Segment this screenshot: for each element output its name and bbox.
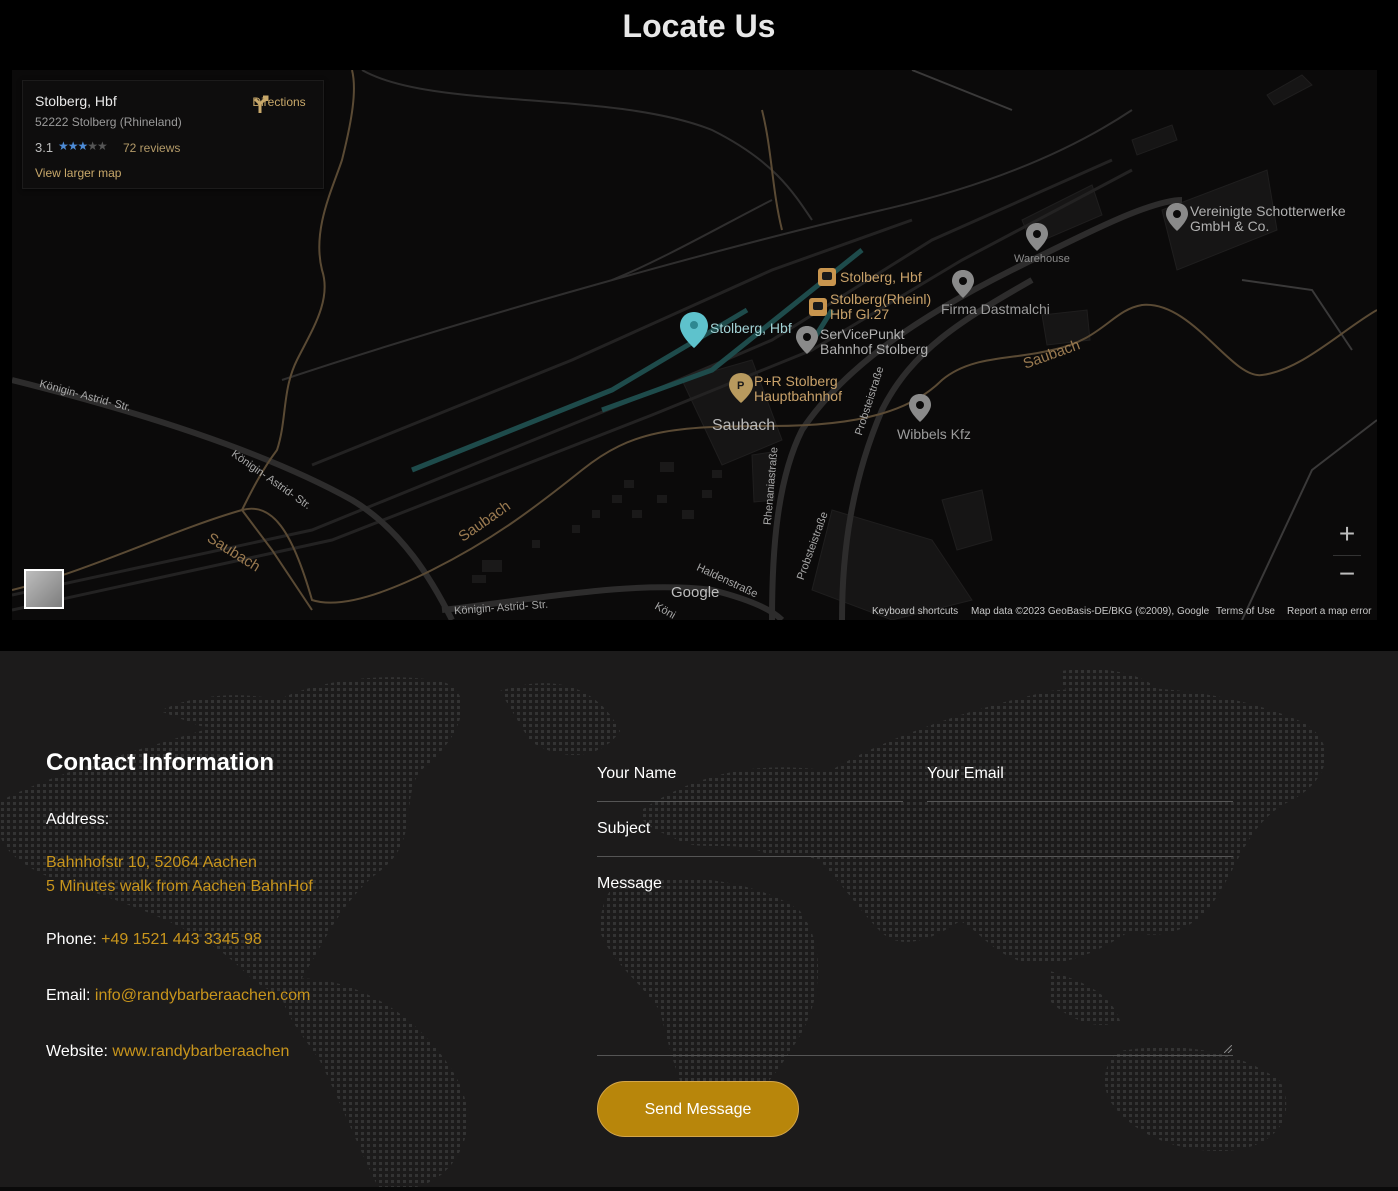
main-location-pin: [680, 312, 708, 348]
email-label: Email:: [46, 987, 95, 1004]
name-field[interactable]: Your Name: [597, 765, 676, 783]
map-label-firma: Firma Dastmalchi: [941, 301, 1050, 317]
place-name: Stolberg, Hbf: [35, 93, 117, 109]
subject-field-underline: [597, 856, 1233, 857]
zoom-controls: + −: [1327, 515, 1367, 595]
contact-title: Contact Information: [46, 749, 274, 776]
address-value: Bahnhofstr 10, 52064 Aachen 5 Minutes wa…: [46, 851, 313, 899]
phone-label: Phone:: [46, 931, 102, 948]
map-label-wibbels: Wibbels Kfz: [897, 426, 971, 442]
send-message-button[interactable]: Send Message: [597, 1081, 799, 1137]
address-line-2: 5 Minutes walk from Aachen BahnHof: [46, 878, 313, 895]
keyboard-shortcuts-link[interactable]: Keyboard shortcuts: [872, 606, 958, 617]
email-field[interactable]: Your Email: [927, 765, 1004, 783]
google-logo: Google: [671, 584, 720, 601]
embedded-map[interactable]: P Stolberg, Hbf 52222 Stolberg (Rhinelan…: [12, 70, 1377, 620]
report-error-link[interactable]: Report a map error: [1287, 606, 1371, 617]
map-type-thumbnail[interactable]: [24, 569, 64, 609]
map-label-warehouse: Warehouse: [1014, 253, 1070, 265]
zoom-in-button[interactable]: +: [1327, 515, 1367, 555]
place-rating: 3.1: [35, 140, 54, 155]
view-larger-map-link[interactable]: View larger map: [35, 166, 121, 180]
place-address: 52222 Stolberg (Rhineland): [35, 115, 182, 129]
message-field-underline: [597, 1055, 1233, 1056]
map-label-main: Stolberg, Hbf: [710, 320, 792, 336]
message-field[interactable]: Message: [597, 875, 662, 893]
zoom-out-button[interactable]: −: [1327, 555, 1367, 595]
phone-row: Phone: +49 1521 443 3345 98: [46, 931, 262, 949]
zoom-divider: [1333, 555, 1361, 556]
locate-us-section: Locate Us P Stolberg, Hbf 52222 Stolberg…: [0, 0, 1398, 651]
map-label-service: SerVicePunkt Bahnhof Stolberg: [820, 326, 929, 357]
page-title: Locate Us: [622, 8, 776, 44]
website-row: Website: www.randybarberaachen: [46, 1043, 289, 1061]
website-link[interactable]: www.randybarberaachen: [112, 1043, 289, 1060]
map-data-attribution: Map data ©2023 GeoBasis-DE/BKG (©2009), …: [971, 606, 1210, 617]
email-field-underline: [927, 801, 1233, 802]
email-link[interactable]: info@randybarberaachen.com: [95, 987, 310, 1004]
map-label-parking: P+R Stolberg Hauptbahnhof: [754, 373, 842, 404]
contact-section: Contact Information Address: Bahnhofstr …: [0, 651, 1398, 1191]
name-field-underline: [597, 801, 903, 802]
address-label: Address:: [46, 811, 110, 828]
reviews-link[interactable]: 72 reviews: [123, 141, 180, 155]
svg-text:P: P: [737, 380, 744, 392]
directions-icon: [253, 95, 269, 113]
map-label-schotter: Vereinigte Schotterwerke GmbH & Co.: [1190, 203, 1346, 234]
subject-field[interactable]: Subject: [597, 820, 650, 838]
place-info-card: Stolberg, Hbf 52222 Stolberg (Rhineland)…: [22, 80, 324, 189]
rating-stars-icon: ★★★★★: [58, 139, 108, 153]
terms-link[interactable]: Terms of Use: [1216, 606, 1275, 617]
address-line-1: Bahnhofstr 10, 52064 Aachen: [46, 854, 257, 871]
map-label-area: Saubach: [712, 417, 776, 434]
phone-link[interactable]: +49 1521 443 3345 98: [101, 931, 262, 948]
map-label-station-2: Stolberg(Rheinl) Hbf Gl.27: [830, 291, 932, 322]
directions-button[interactable]: Directions: [251, 93, 307, 113]
email-row: Email: info@randybarberaachen.com: [46, 987, 310, 1005]
map-label-station: Stolberg, Hbf: [840, 269, 922, 285]
footer-divider: [0, 1187, 1398, 1191]
resize-handle-icon[interactable]: [1224, 1045, 1232, 1053]
website-label: Website:: [46, 1043, 113, 1060]
